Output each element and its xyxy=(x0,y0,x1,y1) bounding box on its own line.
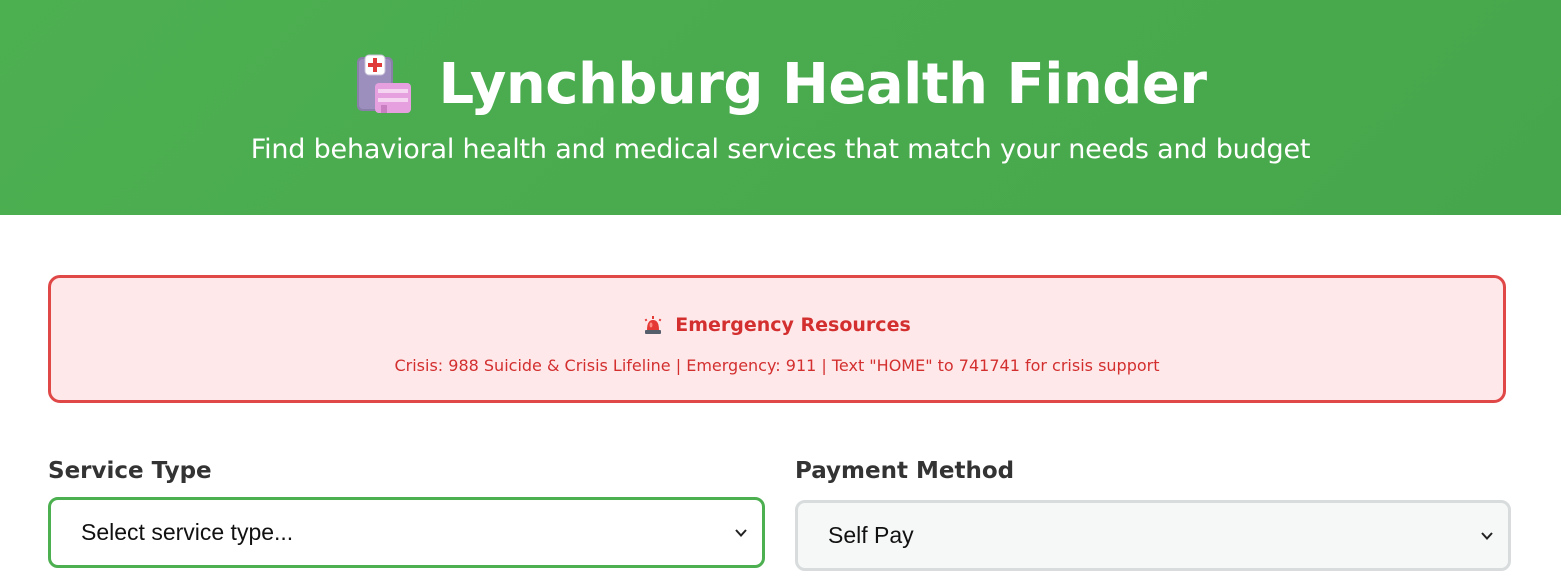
title-row: Lynchburg Health Finder xyxy=(0,44,1561,124)
emergency-contacts-text: Crisis: 988 Suicide & Crisis Lifeline | … xyxy=(394,356,1160,375)
page-title: Lynchburg Health Finder xyxy=(438,51,1207,117)
emergency-title-row: Emergency Resources xyxy=(51,314,1503,336)
chevron-down-icon xyxy=(735,528,747,537)
siren-icon xyxy=(643,315,663,335)
emergency-resources-banner: Emergency Resources Crisis: 988 Suicide … xyxy=(48,275,1506,403)
page-header: Lynchburg Health Finder Find behavioral … xyxy=(0,0,1561,215)
service-type-select[interactable]: Select service type... xyxy=(48,497,765,568)
emergency-title: Emergency Resources xyxy=(675,314,911,336)
payment-method-select[interactable]: Self Pay xyxy=(795,500,1511,571)
hospital-icon xyxy=(355,53,413,115)
payment-method-selected-value: Self Pay xyxy=(828,522,914,548)
service-type-label: Service Type xyxy=(48,458,212,484)
service-type-selected-value: Select service type... xyxy=(81,519,294,545)
payment-method-label: Payment Method xyxy=(795,458,1015,484)
page-subtitle: Find behavioral health and medical servi… xyxy=(250,134,1311,165)
chevron-down-icon xyxy=(1481,531,1493,540)
